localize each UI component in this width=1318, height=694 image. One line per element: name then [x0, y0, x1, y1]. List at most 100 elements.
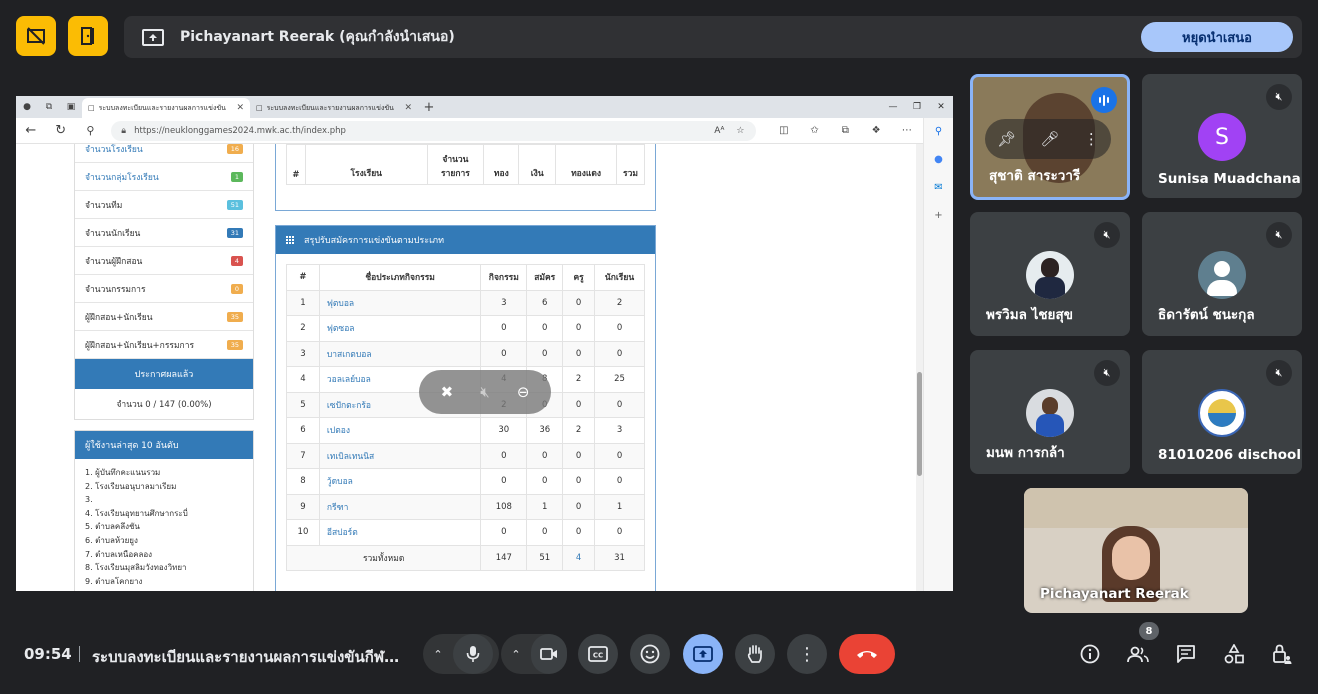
stat-label: ผู้ฝึกสอน+นักเรียน+กรรมการ: [85, 340, 195, 351]
people-button[interactable]: [1124, 640, 1152, 668]
extension-icon[interactable]: ❖: [861, 125, 892, 136]
student-count: 0: [594, 468, 645, 495]
participant-tile[interactable]: 🔇︎ ธิดารัตน์ ชนะกุล: [1142, 212, 1302, 336]
back-icon[interactable]: ←: [16, 123, 46, 138]
host-controls-button[interactable]: [1268, 640, 1296, 668]
activity-link[interactable]: กรีฑา: [318, 493, 482, 520]
stat-label: จำนวนนักเรียน: [85, 228, 141, 239]
recent-users-title: ผู้ใช้งานล่าสุด 10 อันดับ: [75, 431, 253, 459]
restore-icon[interactable]: ❐: [905, 102, 929, 112]
announce-results-button[interactable]: ประกาศผลแล้ว: [75, 359, 253, 389]
browser-tab-1[interactable]: □ ระบบลงทะเบียนและรายงานผลการแข่งขัน ✕: [82, 98, 250, 118]
speaking-indicator-icon: [1091, 87, 1117, 113]
total-activity: 147: [480, 544, 528, 571]
mute-tab-audio-icon[interactable]: 🔇︎: [480, 383, 489, 401]
activities-button[interactable]: [1220, 640, 1248, 668]
close-window-icon[interactable]: ✕: [929, 102, 953, 112]
search-sidebar-icon[interactable]: ⚲: [924, 118, 953, 146]
browser-tab-2[interactable]: □ ระบบลงทะเบียนและรายงานผลการแข่งขัน ✕: [250, 98, 418, 118]
activity-link[interactable]: เทเบิลเทนนิส: [318, 442, 482, 469]
tab-actions-icon[interactable]: ▣: [60, 96, 82, 118]
leave-call-button[interactable]: [839, 634, 895, 674]
leave-presentation-button[interactable]: [68, 16, 108, 56]
present-now-button[interactable]: [683, 634, 723, 674]
unpin-icon[interactable]: ✖: [441, 383, 454, 401]
favorites-icon[interactable]: ✩: [799, 125, 830, 136]
student-count: 0: [594, 391, 645, 418]
favorite-star-icon[interactable]: ☆: [736, 126, 744, 136]
recent-user-item: 3.: [85, 495, 93, 505]
split-screen-icon[interactable]: ◫: [768, 125, 799, 136]
participant-tile-speaking[interactable]: 📌︎ 🎤︎ ⋮ สุชาติ สาระวารี: [970, 74, 1130, 200]
apps-icon[interactable]: ●: [924, 146, 953, 174]
more-icon[interactable]: ⋯: [891, 125, 922, 136]
teacher-count: 0: [562, 391, 596, 418]
medal-header: โรงเรียน: [304, 144, 428, 185]
participant-name: 81010206 dischool: [1158, 447, 1301, 463]
activity-link[interactable]: อีสปอร์ต: [318, 519, 482, 546]
stat-row[interactable]: จำนวนกลุ่มโรงเรียน 1: [75, 163, 253, 191]
stat-badge: 16: [226, 144, 243, 154]
new-tab-icon[interactable]: +: [418, 96, 440, 118]
participant-tile[interactable]: 🔇︎ 81010206 dischool: [1142, 350, 1302, 474]
hand-icon: [747, 645, 762, 663]
refresh-icon[interactable]: ↻: [46, 123, 76, 138]
row-number: 7: [286, 442, 320, 469]
remove-icon[interactable]: ⊖: [517, 383, 530, 401]
participant-tile[interactable]: 🔇︎ พรวิมล ไชยสุข: [970, 212, 1130, 336]
search-icon[interactable]: ⚲: [76, 124, 106, 137]
stat-badge: 0: [230, 283, 243, 294]
pin-icon[interactable]: 📌︎: [997, 130, 1016, 148]
present-screen-icon: [693, 646, 713, 662]
participant-tile[interactable]: 🔇︎ S Sunisa Muadchana: [1142, 74, 1302, 198]
summary-header-cell: ครู: [562, 264, 596, 291]
captions-button[interactable]: CC: [578, 634, 618, 674]
activity-link[interactable]: วู้ดบอล: [318, 468, 482, 495]
applied-count: 36: [526, 417, 564, 444]
medal-header: #: [286, 144, 306, 185]
applied-count: 0: [526, 315, 564, 342]
read-aloud-icon[interactable]: Aᴬ: [714, 126, 724, 136]
close-icon[interactable]: ✕: [404, 103, 412, 113]
activity-link[interactable]: ฟุตซอล: [318, 315, 482, 342]
activity-link[interactable]: ฟุตบอล: [318, 289, 482, 316]
row-number: 10: [286, 519, 320, 546]
collections-icon[interactable]: ⧉: [830, 125, 861, 136]
participant-tile[interactable]: 🔇︎ มนพ การกล้า: [970, 350, 1130, 474]
applied-count: 0: [526, 340, 564, 367]
school-logo: [1198, 389, 1246, 437]
stop-presenting-button[interactable]: หยุดนำเสนอ: [1141, 22, 1293, 52]
hide-self-view-button[interactable]: [16, 16, 56, 56]
raise-hand-button[interactable]: [735, 634, 775, 674]
summary-header: สรุปรับสมัครการแข่งขันตามประเภท: [276, 226, 655, 254]
scrollbar-thumb[interactable]: [917, 372, 922, 476]
activity-link[interactable]: บาสเกตบอล: [318, 340, 482, 367]
summary-header-cell: ชื่อประเภทกิจกรรม: [318, 264, 482, 291]
activity-link[interactable]: เปตอง: [318, 417, 482, 444]
more-options-icon[interactable]: ⋮: [1084, 130, 1099, 148]
meeting-details-button[interactable]: [1076, 640, 1104, 668]
page-scrollbar[interactable]: [916, 144, 923, 591]
microphone-button[interactable]: [453, 634, 493, 674]
chevron-up-icon[interactable]: ⌃: [423, 648, 453, 661]
applied-count: 1: [526, 493, 564, 520]
url-field[interactable]: 🔒︎ https://neuklonggames2024.mwk.ac.th/i…: [111, 120, 757, 141]
chat-button[interactable]: [1172, 640, 1200, 668]
close-icon[interactable]: ✕: [236, 103, 244, 113]
add-sidebar-icon[interactable]: +: [924, 202, 953, 230]
student-count: 3: [594, 417, 645, 444]
stat-row[interactable]: จำนวนโรงเรียน 16: [75, 144, 253, 163]
workspaces-icon[interactable]: ⧉: [38, 96, 60, 118]
participant-name: มนพ การกล้า: [986, 445, 1065, 461]
minimize-icon[interactable]: —: [881, 102, 905, 112]
profile-icon[interactable]: ●: [16, 96, 38, 118]
outlook-icon[interactable]: ✉: [924, 174, 953, 202]
mic-icon[interactable]: 🎤︎: [1040, 130, 1059, 148]
teacher-count: 0: [562, 340, 596, 367]
reactions-button[interactable]: [630, 634, 670, 674]
table-row: 3 บาสเกตบอล 0 0 0 0: [286, 340, 645, 367]
self-view-tile[interactable]: Pichayanart Reerak: [1024, 488, 1248, 613]
chevron-up-icon[interactable]: ⌃: [501, 648, 531, 661]
camera-button[interactable]: [531, 634, 567, 674]
more-options-button[interactable]: ⋮: [787, 634, 827, 674]
